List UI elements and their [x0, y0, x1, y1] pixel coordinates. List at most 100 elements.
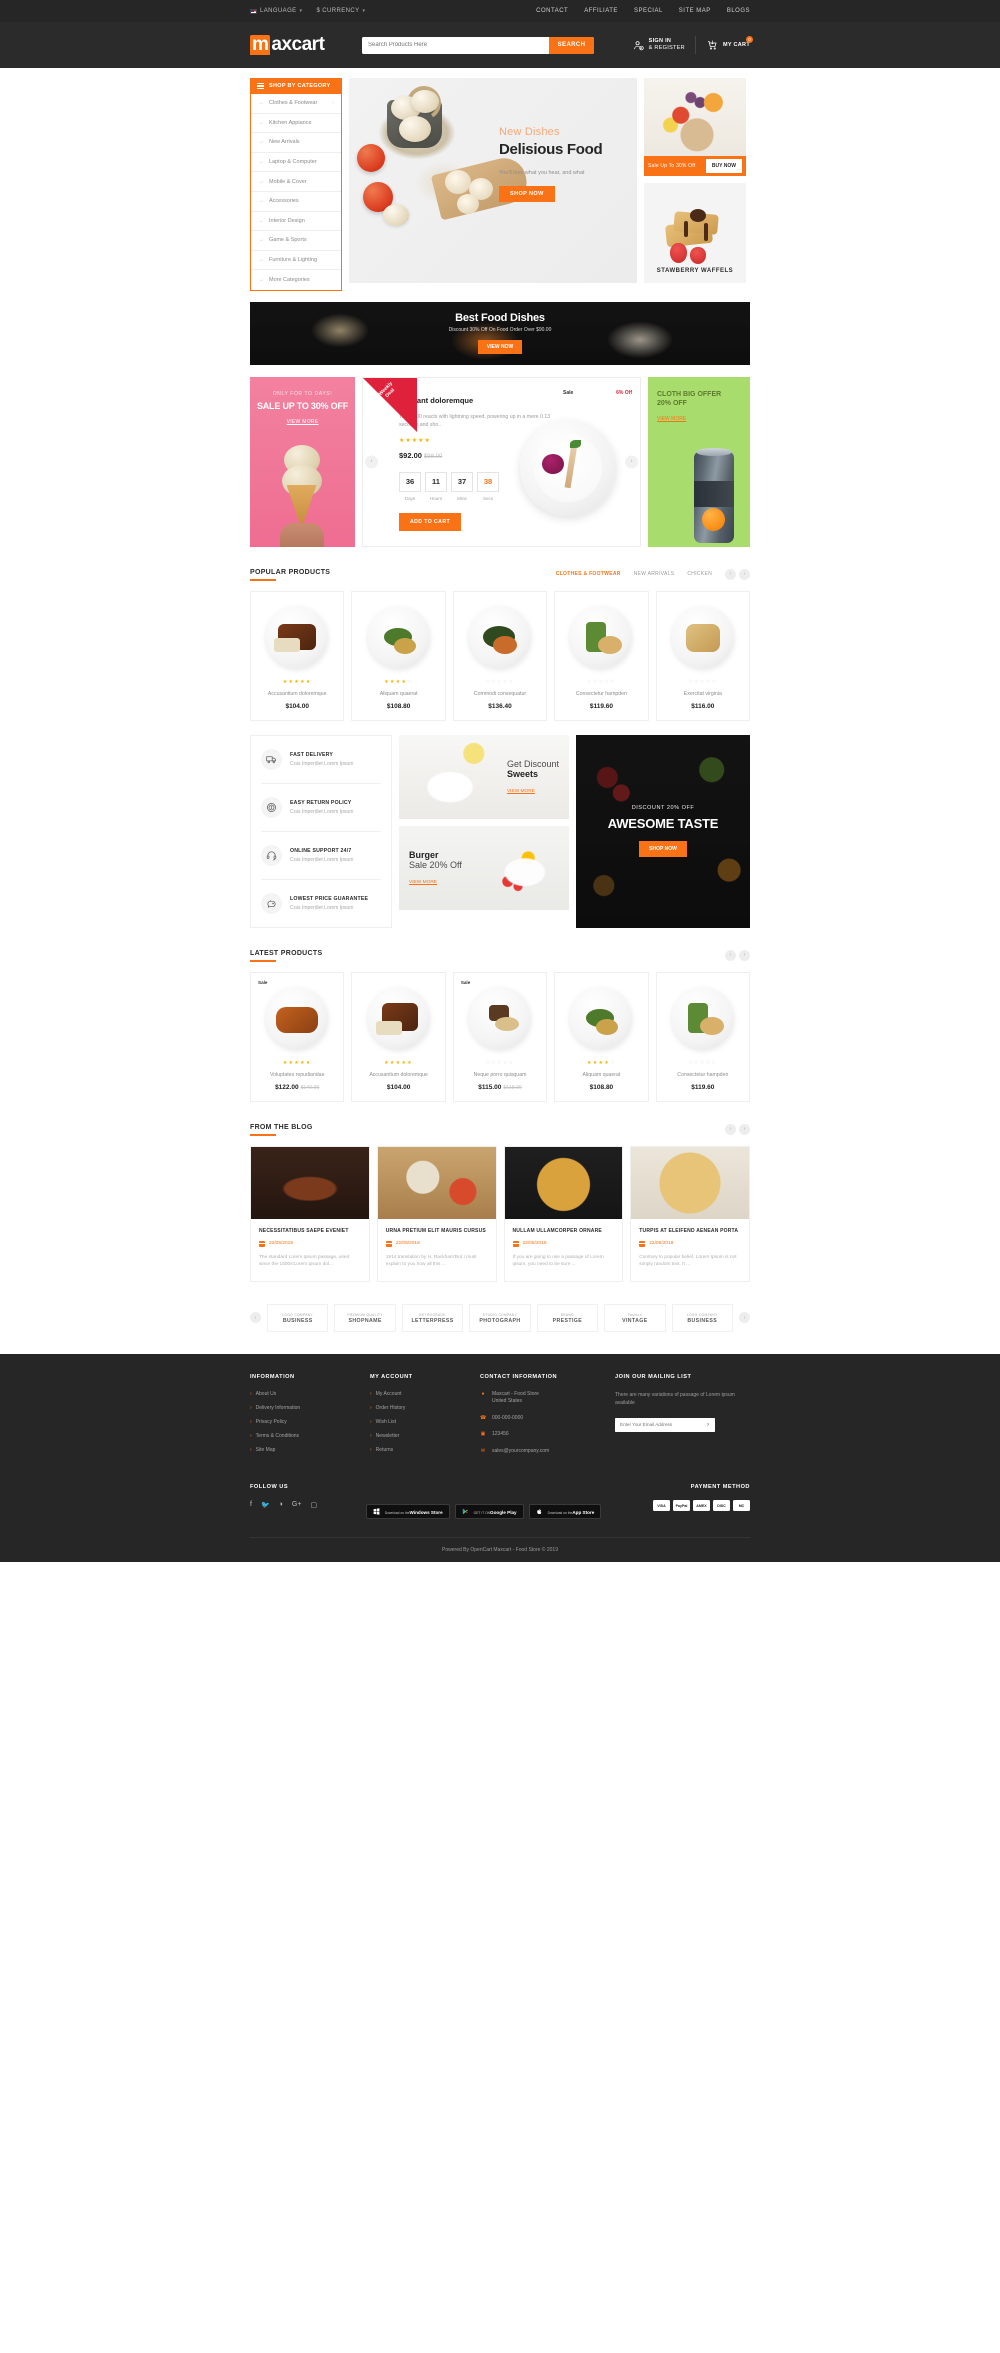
- promo-banner-waffles[interactable]: STAWBERRY WAFFELS: [644, 183, 746, 283]
- windows-store-badge[interactable]: Download on theWindows Store: [365, 1504, 450, 1520]
- brand-logo[interactable]: LOGO COMPANY BUSINESS: [671, 1303, 733, 1332]
- category-item-more-categories[interactable]: → More Categories: [251, 270, 341, 290]
- footer-link-newsletter[interactable]: › Newsletter: [370, 1433, 480, 1439]
- promo-banner-cloth-offer[interactable]: CLOTH BIG OFFER 20% OFF VIEW MORE: [648, 376, 750, 547]
- popular-prev-button[interactable]: ‹: [725, 568, 736, 580]
- footer-link-terms-conditions[interactable]: › Terms & Conditions: [250, 1433, 370, 1439]
- facebook-icon[interactable]: f: [250, 1501, 252, 1509]
- deal-product-title[interactable]: Laudant doloremque: [399, 396, 553, 405]
- cloth-offer-link[interactable]: VIEW MORE: [657, 416, 686, 422]
- product-card[interactable]: Sale ☆☆☆☆☆ Neque porro quisquam $115.00 $…: [452, 971, 548, 1102]
- blog-post[interactable]: URNA PRETIUM ELIT MAURIS CURSUS 22/05/20…: [376, 1145, 497, 1282]
- top-nav-sitemap[interactable]: SITE MAP: [679, 8, 711, 14]
- language-selector[interactable]: LANGUAGE ▾: [250, 8, 302, 14]
- blog-prev-button[interactable]: ‹: [725, 1123, 736, 1135]
- product-card[interactable]: ☆☆☆☆☆ Commodi consequatur $136.40: [452, 590, 548, 721]
- promo-banner-breakfast[interactable]: Sale Up To 30% Off BUY NOW: [644, 78, 746, 176]
- site-logo[interactable]: m axcart: [250, 34, 325, 56]
- product-card[interactable]: ☆☆☆☆☆ Consectetur hampden $119.60: [655, 971, 751, 1102]
- search-button[interactable]: SEARCH: [549, 36, 595, 54]
- tab-chicken[interactable]: CHICKEN: [687, 571, 712, 577]
- category-item-furniture-lighting[interactable]: → Furniture & Lighting: [251, 251, 341, 271]
- sweets-link[interactable]: VIEW MORE: [507, 789, 535, 794]
- latest-prev-button[interactable]: ‹: [725, 949, 736, 961]
- popular-next-button[interactable]: ›: [739, 568, 750, 580]
- category-item-game-sports[interactable]: → Game & Sports: [251, 231, 341, 251]
- brand-logo[interactable]: STUDIO COMPANY PHOTOGRAPH: [469, 1303, 531, 1332]
- hero-shop-now-button[interactable]: SHOP NOW: [499, 186, 555, 202]
- blog-next-button[interactable]: ›: [739, 1123, 750, 1135]
- newsletter-form[interactable]: ›: [615, 1417, 715, 1432]
- footer-link-order-history[interactable]: › Order History: [370, 1405, 480, 1411]
- rss-icon[interactable]: ◑: [279, 1501, 283, 1509]
- hero-slider[interactable]: New Dishes Delisious Food You'll love wh…: [349, 78, 637, 283]
- footer-contact-email[interactable]: ✉ sales@yourcompany.com: [480, 1448, 615, 1456]
- footer-link-delivery-information[interactable]: › Delivery Information: [250, 1405, 370, 1411]
- blog-post-title[interactable]: TURPIS AT ELEIFEND AENEAN PORTA: [639, 1228, 741, 1234]
- product-card[interactable]: ★★★★☆ Aliquam quaerat $108.80: [351, 590, 446, 721]
- tab-new-arrivals[interactable]: NEW ARRIVALS: [634, 571, 675, 577]
- category-item-laptop-computer[interactable]: → Laptop & Computer: [251, 153, 341, 173]
- top-nav-special[interactable]: SPECIAL: [634, 8, 663, 14]
- buy-now-button[interactable]: BUY NOW: [705, 159, 742, 173]
- category-header[interactable]: SHOP BY CATEGORY: [250, 78, 342, 94]
- newsletter-submit-button[interactable]: ›: [701, 1417, 715, 1432]
- footer-link-my-account[interactable]: › My Account: [370, 1391, 480, 1397]
- blog-post-title[interactable]: URNA PRETIUM ELIT MAURIS CURSUS: [386, 1228, 488, 1234]
- brand-logo[interactable]: Fashion VINTAGE: [604, 1303, 666, 1332]
- category-item-mobile-cover[interactable]: → Mobile & Cover: [251, 172, 341, 192]
- brands-next-button[interactable]: ›: [738, 1312, 750, 1324]
- category-item-accessories[interactable]: → Accessories: [251, 192, 341, 212]
- category-item-new-arrivals[interactable]: → New Arrivals: [251, 133, 341, 153]
- category-item-kitchen-appiance[interactable]: → Kitchen Appiance: [251, 114, 341, 134]
- footer-link-wish-list[interactable]: › Wish List: [370, 1419, 480, 1425]
- view-now-button[interactable]: VIEW NOW: [477, 340, 523, 355]
- tab-clothes-footwear[interactable]: CLOTHES & FOOTWEAR: [556, 571, 621, 577]
- category-item-clothes-footwear[interactable]: → Clothes & Footwear ›: [251, 94, 341, 114]
- twitter-icon[interactable]: 🐦: [261, 1501, 270, 1509]
- blog-post[interactable]: NULLAM ULLAMCORPER ORNARE 22/05/2018 If …: [503, 1145, 624, 1282]
- top-nav-affiliate[interactable]: AFFILIATE: [584, 8, 618, 14]
- sale-banner-link[interactable]: VIEW MORE: [250, 419, 355, 425]
- burger-link[interactable]: VIEW MORE: [409, 880, 437, 885]
- google-play-badge[interactable]: GET IT ONGoogle Play: [454, 1504, 524, 1520]
- category-item-interior-design[interactable]: → Interior Design: [251, 212, 341, 232]
- sign-in-register[interactable]: SIGN IN & REGISTER: [632, 38, 685, 52]
- blog-post[interactable]: NECESSITATIBUS SAEPE EVENIET 22/05/2018 …: [250, 1145, 370, 1282]
- promo-burger[interactable]: Burger Sale 20% Off VIEW MORE: [399, 825, 569, 910]
- footer-link-returns[interactable]: › Returns: [370, 1447, 480, 1453]
- brand-logo[interactable]: RETROGRADE LETTERPRESS: [401, 1303, 464, 1332]
- product-card[interactable]: Sale ★★★★★ Voluptates repudiandae $122.0…: [250, 971, 345, 1102]
- product-card[interactable]: ☆☆☆☆☆ Exercitat virginia $116.00: [655, 590, 751, 721]
- blog-post-title[interactable]: NECESSITATIBUS SAEPE EVENIET: [259, 1228, 361, 1234]
- search-box[interactable]: SEARCH: [362, 36, 595, 54]
- search-input[interactable]: [362, 36, 550, 54]
- instagram-icon[interactable]: ▢: [310, 1501, 317, 1509]
- awesome-shop-now-button[interactable]: SHOP NOW: [639, 841, 687, 858]
- google-plus-icon[interactable]: G+: [292, 1501, 302, 1509]
- top-nav-contact[interactable]: CONTACT: [536, 8, 568, 14]
- footer-link-site-map[interactable]: › Site Map: [250, 1447, 370, 1453]
- brand-logo[interactable]: LOGO COMPANY BUSINESS: [267, 1303, 329, 1332]
- app-store-badge[interactable]: Download on theApp Store: [528, 1504, 602, 1520]
- add-to-cart-button[interactable]: ADD TO CART: [399, 512, 462, 531]
- brand-logo[interactable]: BRAND PRESTIGE: [536, 1303, 599, 1332]
- product-card[interactable]: ★★★★★ Accusantium doloremque $104.00: [351, 971, 446, 1102]
- product-card[interactable]: ★★★★★ Accusantium doloremque $104.00: [250, 590, 345, 721]
- blog-post[interactable]: TURPIS AT ELEIFEND AENEAN PORTA 22/05/20…: [630, 1145, 750, 1282]
- footer-link-about-us[interactable]: › About Us: [250, 1391, 370, 1397]
- wide-promo-banner[interactable]: Best Food Dishes Discount 30% Off On Foo…: [250, 301, 750, 365]
- footer-contact-phone[interactable]: ☎ 000-000-0000: [480, 1415, 615, 1423]
- newsletter-email-input[interactable]: [615, 1417, 701, 1432]
- currency-selector[interactable]: $ CURRENCY ▾: [316, 8, 365, 14]
- product-card[interactable]: ★★★★☆ Aliquam quaerat $108.80: [554, 971, 649, 1102]
- blog-post-title[interactable]: NULLAM ULLAMCORPER ORNARE: [513, 1228, 615, 1234]
- sale-banner-icecream[interactable]: ONLY FOR TO DAYS! SALE UP TO 30% OFF VIE…: [250, 376, 355, 547]
- cart-button[interactable]: 0 MY CART: [706, 35, 753, 52]
- promo-awesome-taste[interactable]: DISCOUNT 20% OFF AWESOME TASTE SHOP NOW: [576, 734, 750, 928]
- footer-link-privacy-policy[interactable]: › Privacy Policy: [250, 1419, 370, 1425]
- deal-next-button[interactable]: ›: [625, 455, 638, 469]
- product-card[interactable]: ☆☆☆☆☆ Consectetur hampden $119.60: [554, 590, 649, 721]
- brands-prev-button[interactable]: ‹: [250, 1312, 261, 1324]
- latest-next-button[interactable]: ›: [739, 949, 750, 961]
